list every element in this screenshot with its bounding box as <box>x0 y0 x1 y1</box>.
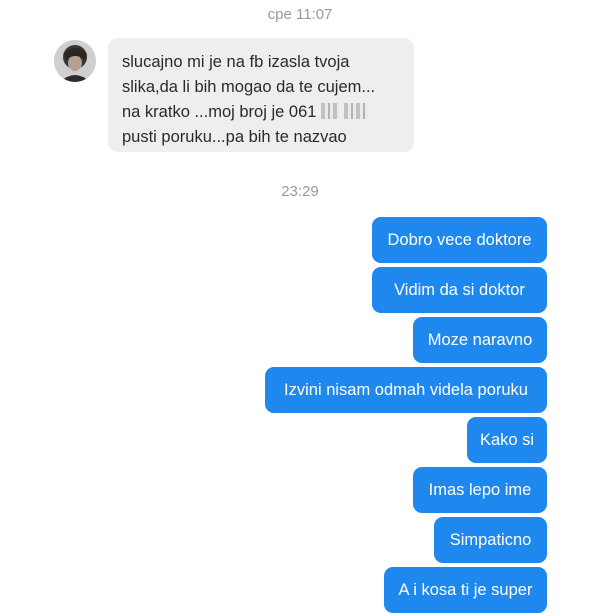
incoming-message-line: slika,da li bih mogao da te cujem... <box>122 78 376 96</box>
outgoing-message-bubble[interactable]: Izvini nisam odmah videla poruku <box>265 367 547 413</box>
avatar[interactable] <box>54 40 96 82</box>
outgoing-message-bubble[interactable]: Vidim da si doktor <box>372 267 547 313</box>
timestamp-second: 23:29 <box>281 183 319 200</box>
incoming-message-line: pusti poruku...pa bih te nazvao <box>122 128 347 146</box>
outgoing-message-bubble[interactable]: A i kosa ti je super <box>384 567 547 613</box>
incoming-message-line-with-number: na kratko ...moj broj je 061 <box>122 100 400 125</box>
redacted-digits <box>321 103 340 119</box>
timestamp-first: cpe 11:07 <box>267 6 333 23</box>
outgoing-message-bubble[interactable]: Dobro vece doktore <box>372 217 547 263</box>
outgoing-message-bubble[interactable]: Imas lepo ime <box>413 467 547 513</box>
incoming-message-line: slucajno mi je na fb izasla tvoja <box>122 53 350 71</box>
incoming-message-bubble[interactable]: slucajno mi je na fb izasla tvoja slika,… <box>108 38 414 152</box>
avatar-photo-icon <box>54 40 96 82</box>
redacted-digits <box>343 103 368 119</box>
outgoing-message-bubble[interactable]: Kako si <box>467 417 547 463</box>
incoming-message-line: na kratko ...moj broj je 061 <box>122 103 317 121</box>
outgoing-message-bubble[interactable]: Simpaticno <box>434 517 547 563</box>
outgoing-message-bubble[interactable]: Moze naravno <box>413 317 547 363</box>
